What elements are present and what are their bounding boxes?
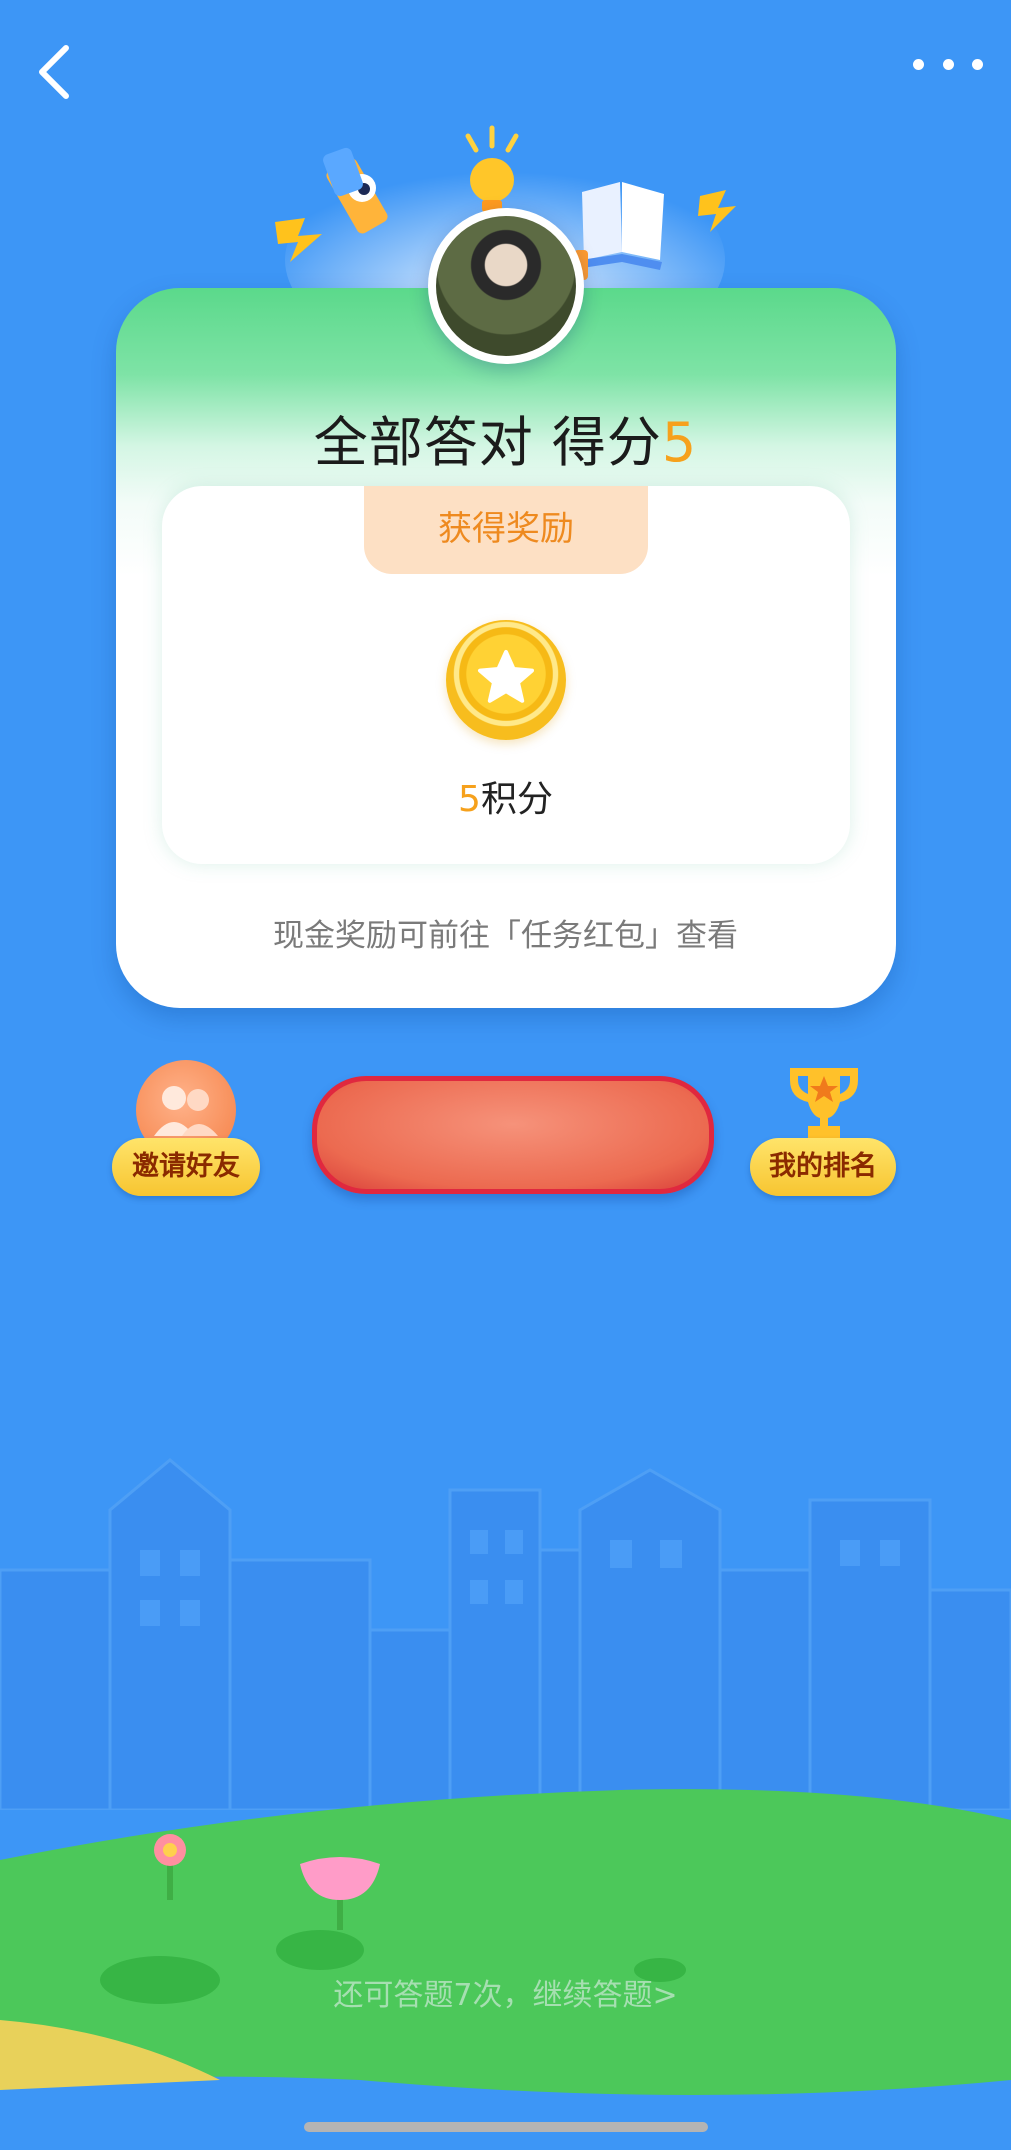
city-skyline-background [0, 1458, 1011, 1810]
title-text: 全部答对 得分 [313, 411, 662, 474]
points-unit: 积分 [480, 779, 553, 820]
points-label: 5积分 [0, 770, 1011, 822]
score-value: 5 [661, 411, 698, 474]
star-icon [478, 650, 534, 703]
more-dot [913, 58, 924, 70]
home-indicator [304, 2122, 708, 2132]
reward-tab: 获得奖励 [364, 486, 648, 574]
trophy-icon [790, 1068, 858, 1138]
invite-friends-button[interactable]: 邀请好友 [112, 1060, 262, 1196]
points-value: 5 [458, 779, 481, 820]
more-dot [942, 58, 954, 70]
star-coin-icon [446, 620, 566, 740]
ranking-label: 我的排名 [750, 1138, 896, 1196]
continue-quiz-link[interactable]: 还可答题7次，继续答题> [0, 1970, 1011, 2014]
back-button[interactable] [28, 40, 88, 100]
result-title: 全部答对 得分5 [0, 398, 1011, 477]
primary-action-button[interactable] [312, 1076, 714, 1194]
more-button[interactable] [913, 52, 983, 76]
chevron-left-icon [39, 45, 69, 99]
avatar [436, 216, 576, 356]
cash-reward-note: 现金奖励可前往「任务红包」查看 [273, 918, 738, 954]
quiz-result-screen: 全部答对 得分5 获得奖励 5积分 现金奖励可前往「任务红包」查看 邀请好友 我… [0, 0, 1011, 2150]
grass-ground [0, 1789, 1011, 2095]
my-ranking-button[interactable]: 我的排名 [750, 1058, 898, 1196]
more-dot [972, 58, 983, 70]
invite-label: 邀请好友 [112, 1138, 260, 1196]
